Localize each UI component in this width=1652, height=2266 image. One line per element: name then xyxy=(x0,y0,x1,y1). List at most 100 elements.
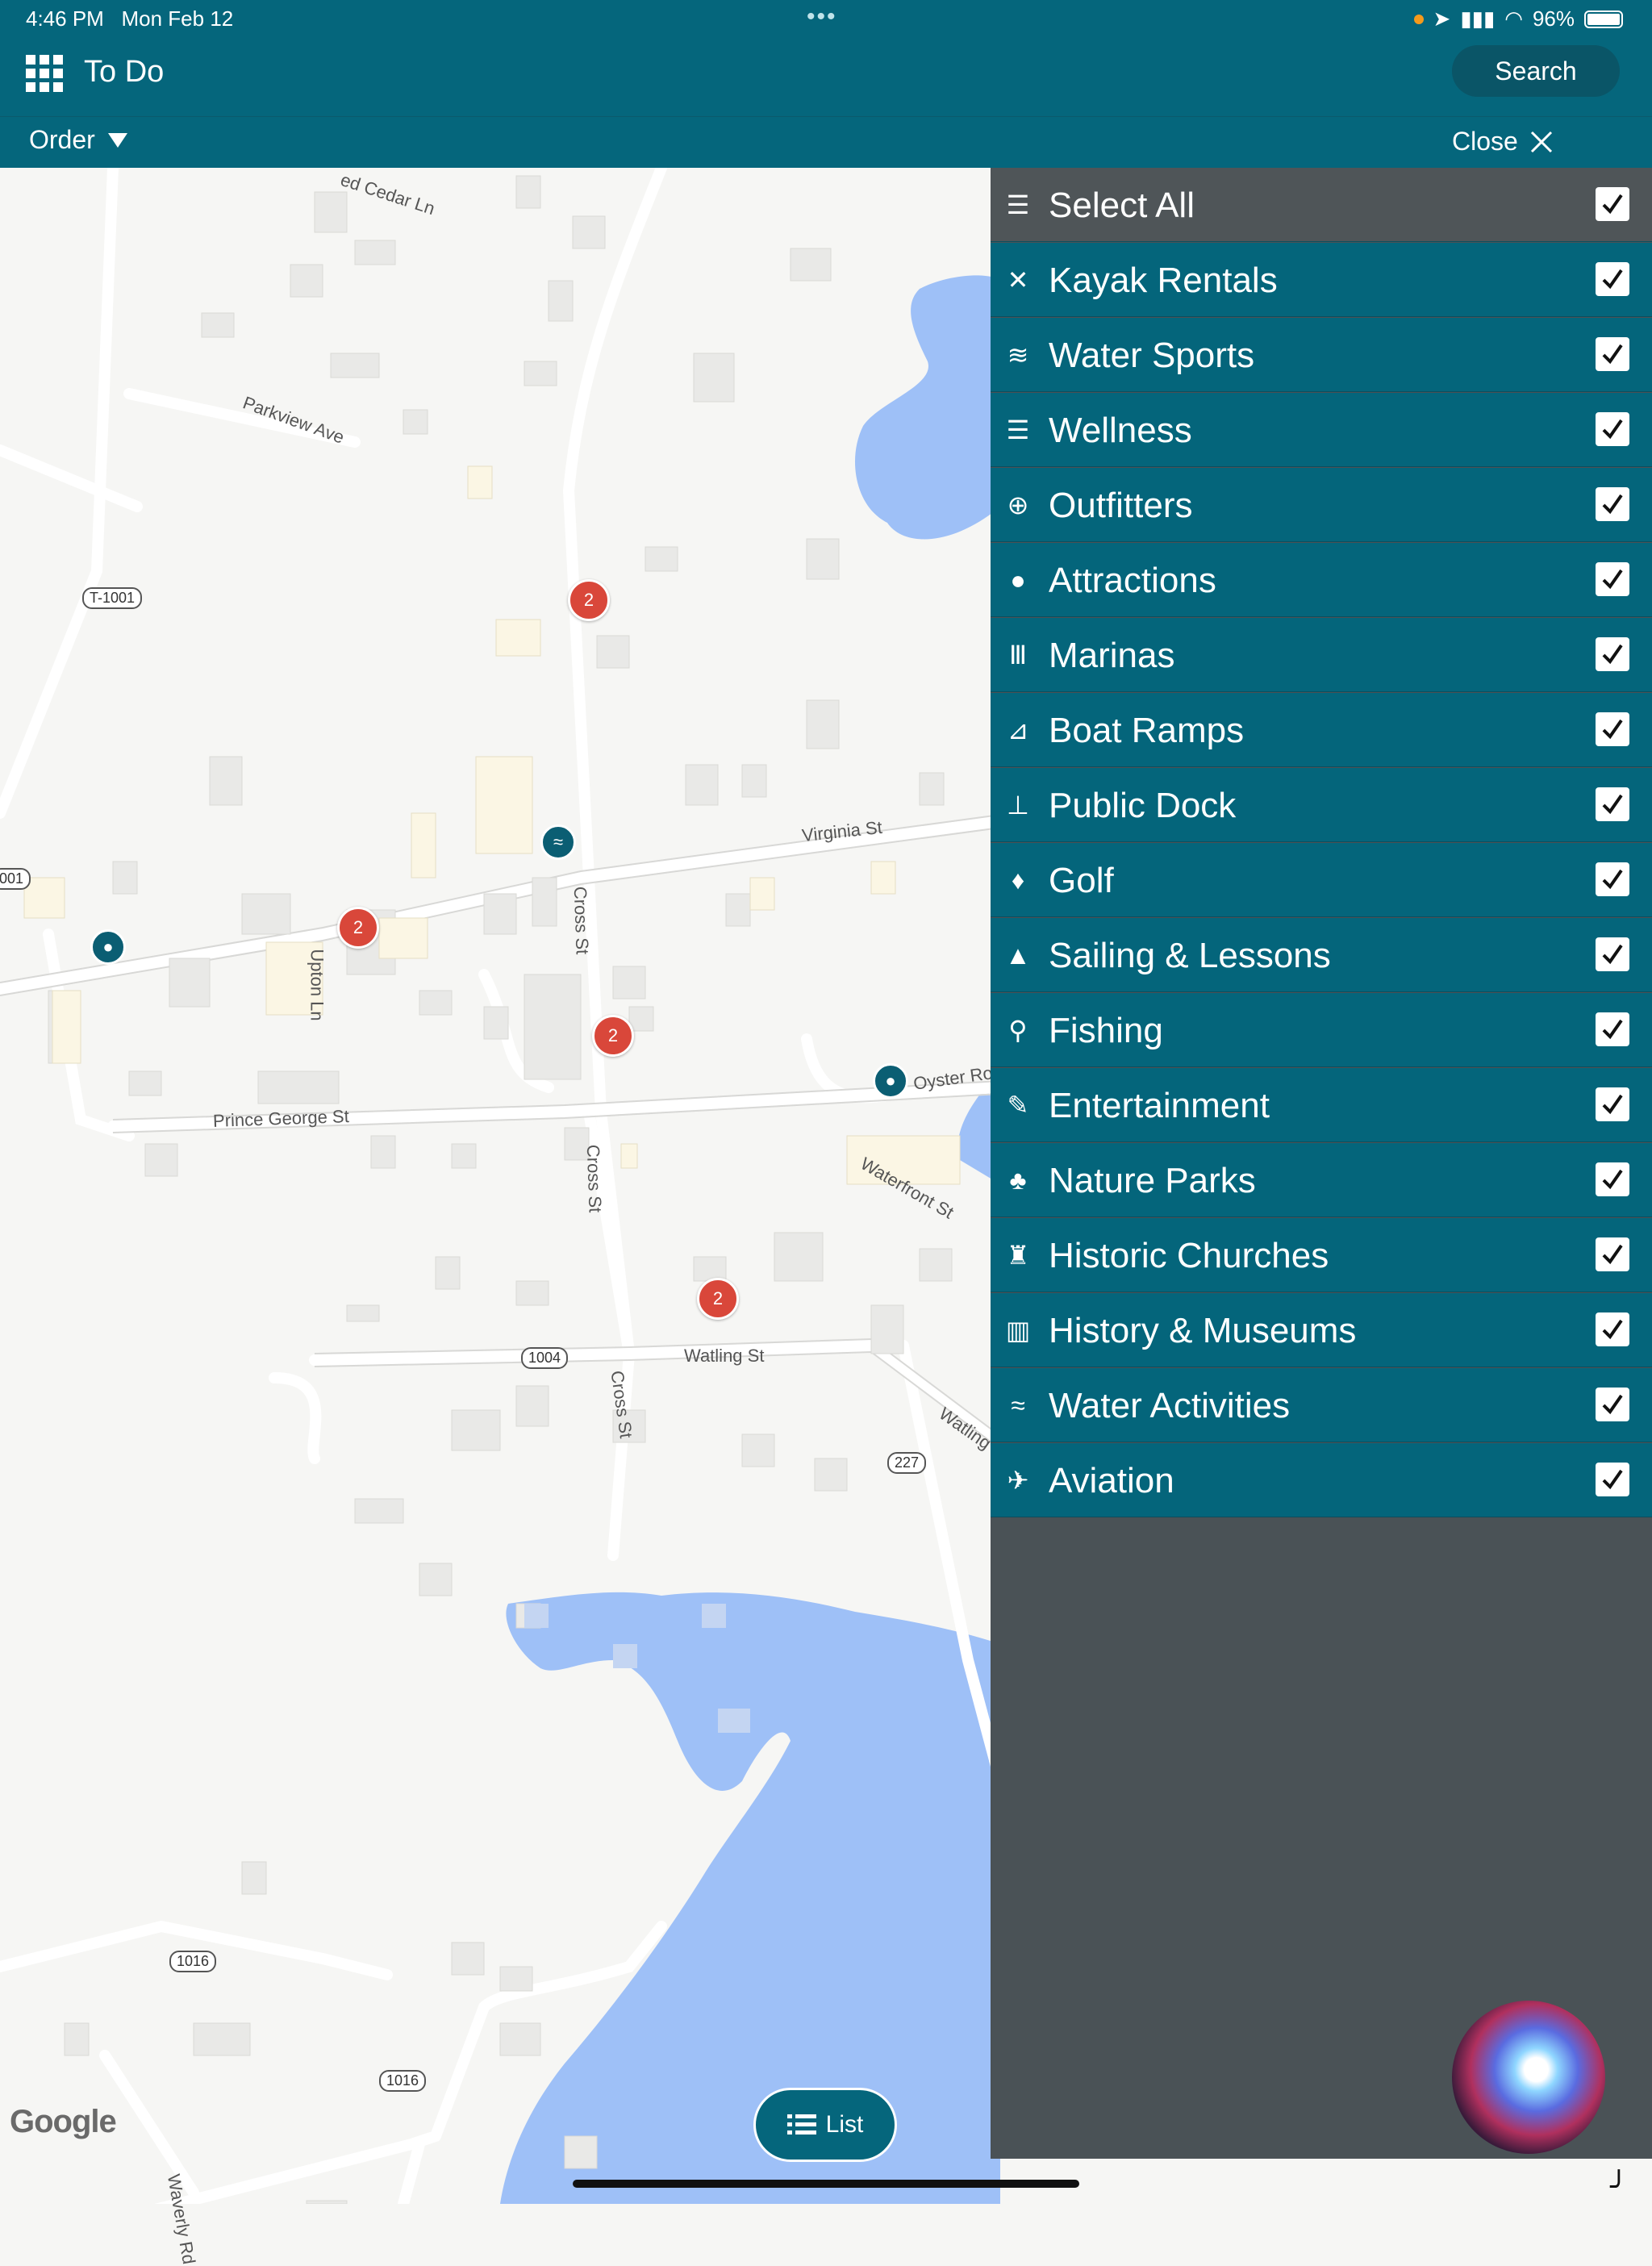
route-shield: 227 xyxy=(887,1452,927,1474)
attraction-marker-icon[interactable]: ● xyxy=(90,929,126,965)
order-label: Order xyxy=(29,125,95,154)
checkbox[interactable] xyxy=(1596,1312,1629,1346)
filter-row-historic-churches[interactable]: ♜ Historic Churches xyxy=(991,1218,1652,1292)
filter-row-golf[interactable]: ♦ Golf xyxy=(991,843,1652,917)
marina-icon: Ⅲ xyxy=(1008,641,1028,670)
map-pin-icon: ● xyxy=(1010,565,1026,595)
checkbox[interactable] xyxy=(1596,1237,1629,1271)
cluster-marker[interactable]: 2 xyxy=(337,907,379,949)
checkbox[interactable] xyxy=(1596,562,1629,596)
filter-row-marinas[interactable]: Ⅲ Marinas xyxy=(991,618,1652,692)
grid-menu-icon[interactable] xyxy=(24,53,65,94)
filter-label: Golf xyxy=(1049,861,1114,900)
route-shield: 001 xyxy=(0,868,31,890)
filter-label: Sailing & Lessons xyxy=(1049,936,1331,975)
filter-label: Historic Churches xyxy=(1049,1236,1329,1275)
water-ski-icon: ≈ xyxy=(1011,1390,1025,1420)
filter-row-boat-ramps[interactable]: ⊿ Boat Ramps xyxy=(991,693,1652,767)
checkbox[interactable] xyxy=(1596,1162,1629,1196)
checkbox[interactable] xyxy=(1596,412,1629,446)
search-button[interactable]: Search xyxy=(1452,45,1620,97)
close-icon xyxy=(1530,131,1552,152)
checkbox[interactable] xyxy=(1596,937,1629,971)
filter-row-attractions[interactable]: ● Attractions xyxy=(991,543,1652,617)
filter-row-fishing[interactable]: ⚲ Fishing xyxy=(991,993,1652,1067)
golf-icon: ♦ xyxy=(1011,865,1025,895)
filter-label: Public Dock xyxy=(1049,786,1237,825)
filter-row-nature-parks[interactable]: ♣ Nature Parks xyxy=(991,1143,1652,1217)
cluster-marker[interactable]: 2 xyxy=(697,1278,739,1320)
checkbox[interactable] xyxy=(1596,262,1629,296)
cluster-marker[interactable]: 2 xyxy=(568,579,610,621)
filter-row-water-sports[interactable]: ≋ Water Sports xyxy=(991,318,1652,392)
dock-icon: ⊥ xyxy=(1007,791,1029,820)
mic-indicator-icon xyxy=(1413,14,1424,24)
route-shield: 1004 xyxy=(521,1347,569,1369)
list-check-icon: ☰ xyxy=(1006,190,1030,219)
nav-bar: To Do Search xyxy=(0,40,1652,116)
checkbox[interactable] xyxy=(1596,337,1629,371)
checkbox[interactable] xyxy=(1596,637,1629,671)
microphone-icon: ✎ xyxy=(1007,1091,1029,1120)
siri-orb-icon[interactable] xyxy=(1452,2001,1605,2154)
filter-row-outfitters[interactable]: ⊕ Outfitters xyxy=(991,468,1652,542)
street-label: Cross St xyxy=(582,1144,606,1213)
filter-row-public-dock[interactable]: ⊥ Public Dock xyxy=(991,768,1652,842)
filter-label: Nature Parks xyxy=(1049,1161,1256,1200)
checkbox[interactable] xyxy=(1596,187,1629,221)
filter-row-select-all[interactable]: ☰ Select All xyxy=(991,168,1652,242)
page-curl-icon: ╯ xyxy=(1610,2170,1628,2203)
water-activities-marker-icon[interactable]: ≈ xyxy=(540,824,576,860)
checkbox[interactable] xyxy=(1596,1012,1629,1046)
street-label: Watling St xyxy=(684,1346,765,1366)
boat-ramp-icon: ⊿ xyxy=(1007,716,1029,745)
checkbox[interactable] xyxy=(1596,862,1629,896)
close-button[interactable]: Close xyxy=(1452,127,1554,156)
filter-label: Outfitters xyxy=(1049,486,1193,525)
checkbox[interactable] xyxy=(1596,1087,1629,1121)
close-label: Close xyxy=(1452,127,1518,156)
church-icon: ♜ xyxy=(1006,1241,1030,1270)
status-indicators: ➤ ▮▮▮ ◠ 96% xyxy=(1413,6,1623,31)
filter-label: Kayak Rentals xyxy=(1049,261,1278,300)
street-label: Upton Ln xyxy=(307,949,327,1021)
filter-label: Marinas xyxy=(1049,636,1175,675)
filter-row-kayak-rentals[interactable]: ✕ Kayak Rentals xyxy=(991,243,1652,317)
sailboat-icon: ▲ xyxy=(1005,940,1031,970)
home-indicator[interactable] xyxy=(573,2180,1079,2188)
filter-row-entertainment[interactable]: ✎ Entertainment xyxy=(991,1068,1652,1142)
battery-icon xyxy=(1584,10,1623,28)
google-logo: Google xyxy=(10,2104,117,2139)
attraction-marker-icon[interactable]: ● xyxy=(873,1063,908,1099)
filter-label: Wellness xyxy=(1049,411,1192,450)
filter-label: Entertainment xyxy=(1049,1086,1270,1125)
filter-row-wellness[interactable]: ☰ Wellness xyxy=(991,393,1652,467)
route-shield: T-1001 xyxy=(82,587,143,609)
signal-icon: ▮▮▮ xyxy=(1460,6,1496,31)
spa-stones-icon: ☰ xyxy=(1006,415,1030,444)
filter-panel: ☰ Select All ✕ Kayak Rentals ≋ Water Spo… xyxy=(991,168,1652,2159)
toolbar: Order Close xyxy=(0,116,1652,169)
cluster-marker[interactable]: 2 xyxy=(592,1015,634,1057)
order-dropdown[interactable]: Order xyxy=(29,125,127,155)
filter-row-history-museums[interactable]: ▥ History & Museums xyxy=(991,1293,1652,1367)
filter-row-sailing-lessons[interactable]: ▲ Sailing & Lessons xyxy=(991,918,1652,992)
filter-row-aviation[interactable]: ✈ Aviation xyxy=(991,1443,1652,1517)
checkbox[interactable] xyxy=(1596,1463,1629,1496)
list-button[interactable]: List xyxy=(753,2088,897,2162)
list-label: List xyxy=(825,2111,864,2138)
filter-row-water-activities[interactable]: ≈ Water Activities xyxy=(991,1368,1652,1442)
checkbox[interactable] xyxy=(1596,1388,1629,1421)
route-shield: 1016 xyxy=(169,1951,217,1972)
filter-label: Fishing xyxy=(1049,1011,1163,1050)
status-bar: 4:46 PM Mon Feb 12 ••• ➤ ▮▮▮ ◠ 96% xyxy=(0,0,1652,40)
checkbox[interactable] xyxy=(1596,787,1629,821)
multitasking-dots[interactable]: ••• xyxy=(807,3,837,31)
checkbox[interactable] xyxy=(1596,712,1629,746)
checkbox[interactable] xyxy=(1596,487,1629,521)
filter-label: Select All xyxy=(1049,186,1195,225)
filter-label: Water Sports xyxy=(1049,336,1255,375)
battery-percent: 96% xyxy=(1532,6,1575,31)
filter-label: Aviation xyxy=(1049,1461,1174,1500)
list-icon xyxy=(786,2114,816,2135)
